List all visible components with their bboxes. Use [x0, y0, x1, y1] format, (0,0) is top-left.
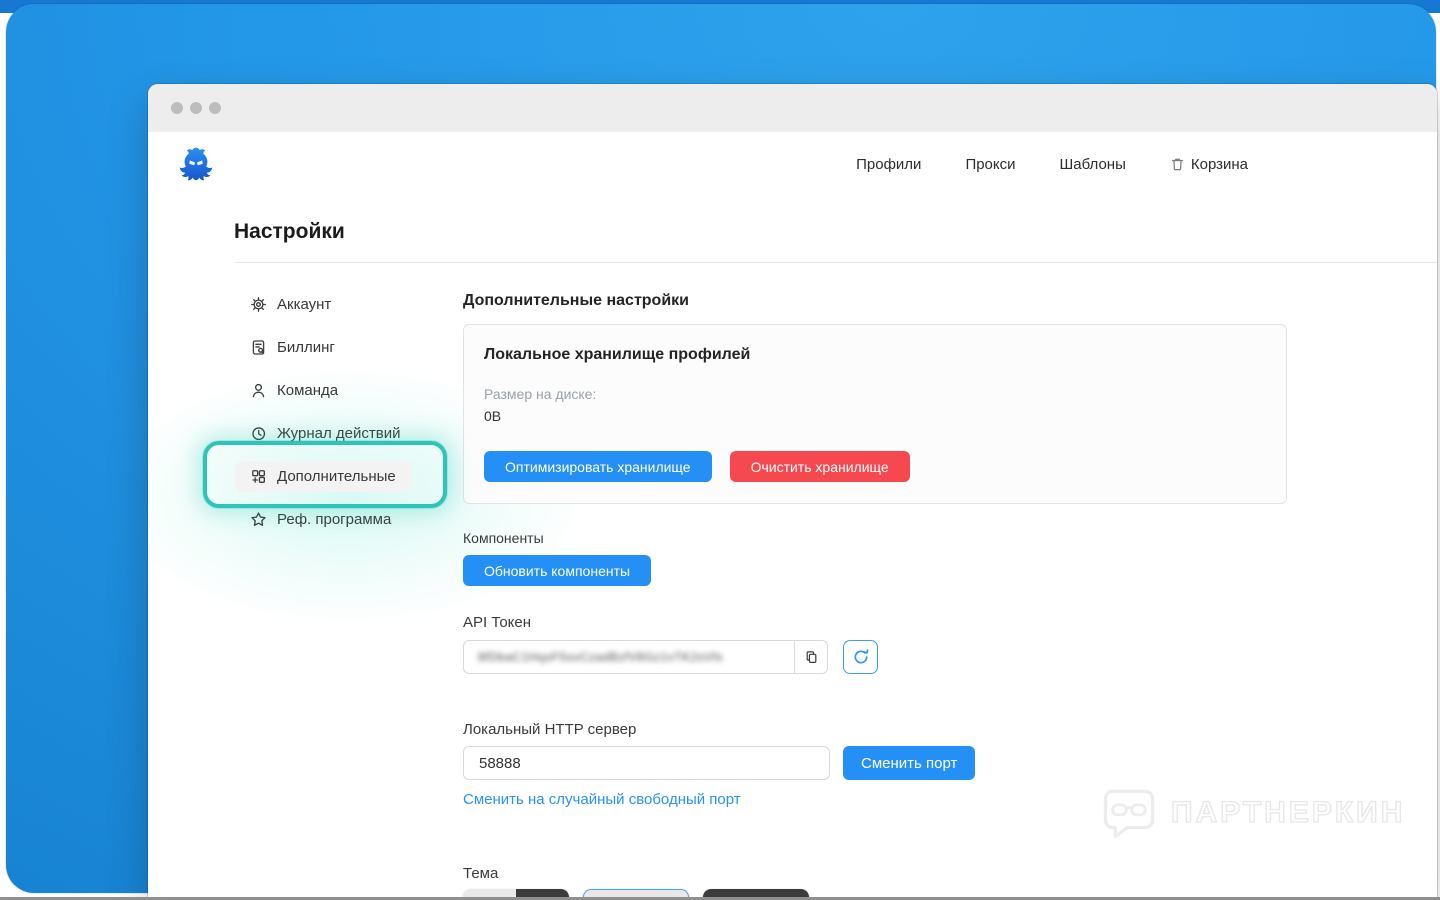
traffic-light-maximize[interactable]	[209, 102, 221, 114]
nav-templates-label: Шаблоны	[1059, 155, 1126, 173]
section-heading: Дополнительные настройки	[463, 292, 689, 309]
top-navigation: Профили Прокси Шаблоны Корзина	[856, 132, 1248, 196]
person-icon	[250, 382, 267, 399]
star-icon	[250, 511, 267, 528]
app-window: Профили Прокси Шаблоны Корзина Настройки	[148, 84, 1437, 897]
refresh-icon	[852, 648, 870, 666]
random-port-link[interactable]: Сменить на случайный свободный порт	[463, 791, 741, 808]
update-components-button[interactable]: Обновить компоненты	[463, 555, 652, 586]
optimize-storage-button[interactable]: Оптимизировать хранилище	[484, 451, 712, 482]
theme-option-light[interactable]	[583, 889, 689, 897]
traffic-light-minimize[interactable]	[190, 102, 202, 114]
api-token-label: API Токен	[463, 614, 532, 631]
active-item-pill: Дополнительные	[235, 461, 413, 492]
sidebar-item-label: Команда	[277, 382, 339, 399]
nav-proxies[interactable]: Прокси	[965, 156, 1015, 173]
widgets-icon	[250, 468, 267, 485]
sidebar-item-label: Аккаунт	[277, 296, 332, 313]
watermark: ПАРТНЕРКИН	[1100, 784, 1405, 842]
sidebar-item-advanced[interactable]: Дополнительные	[235, 455, 480, 498]
history-icon	[250, 425, 267, 442]
copy-icon[interactable]	[794, 641, 827, 673]
nav-trash[interactable]: Корзина	[1170, 156, 1248, 173]
api-token-value-blurred: 8fDbaC1HqxF5svCzadBzfV8Gz1vTK2sVfx	[478, 650, 724, 664]
app-header: Профили Прокси Шаблоны Корзина	[148, 132, 1437, 197]
nav-templates[interactable]: Шаблоны	[1060, 156, 1126, 173]
clear-storage-button[interactable]: Очистить хранилище	[729, 451, 910, 482]
theme-option-dark[interactable]	[703, 889, 809, 897]
sidebar-item-label: Дополнительные	[277, 468, 396, 485]
disk-size-value: 0B	[484, 408, 502, 424]
theme-option-auto[interactable]	[463, 889, 569, 897]
sidebar-item-label: Биллинг	[277, 339, 335, 356]
sidebar-item-referral[interactable]: Реф. программа	[250, 498, 480, 541]
nav-trash-label: Корзина	[1190, 155, 1248, 173]
storage-card-title: Локальное хранилище профилей	[484, 346, 751, 363]
change-port-button[interactable]: Сменить порт	[843, 746, 976, 780]
theme-options	[463, 889, 1287, 897]
regenerate-token-button[interactable]	[843, 640, 878, 674]
watermark-bubble-icon	[1100, 784, 1158, 842]
http-server-label: Локальный HTTP сервер	[463, 721, 637, 738]
local-storage-card: Локальное хранилище профилей Размер на д…	[463, 324, 1287, 504]
sidebar-item-account[interactable]: Аккаунт	[250, 283, 480, 326]
nav-proxies-label: Прокси	[965, 155, 1016, 173]
billing-icon	[250, 339, 267, 356]
settings-sidebar: Аккаунт Биллинг Команда Журнал действий …	[235, 283, 480, 541]
disk-size-label: Размер на диске:	[484, 386, 597, 402]
sidebar-item-label: Реф. программа	[277, 511, 392, 528]
traffic-light-close[interactable]	[171, 102, 183, 114]
nav-profiles[interactable]: Профили	[856, 156, 921, 173]
sidebar-item-activity-log[interactable]: Журнал действий	[250, 412, 480, 455]
api-token-field[interactable]: 8fDbaC1HqxF5svCzadBzfV8Gz1vTK2sVfx	[463, 640, 828, 674]
sidebar-item-label: Журнал действий	[277, 425, 401, 442]
nav-profiles-label: Профили	[856, 155, 922, 173]
trash-icon	[1170, 156, 1185, 172]
window-titlebar	[148, 84, 1437, 132]
octo-logo-icon[interactable]	[175, 141, 217, 192]
page-title: Настройки	[234, 220, 345, 243]
theme-label: Тема	[463, 865, 499, 882]
watermark-text: ПАРТНЕРКИН	[1170, 795, 1406, 829]
components-label: Компоненты	[463, 530, 544, 546]
gear-icon	[250, 296, 267, 313]
sidebar-item-billing[interactable]: Биллинг	[250, 326, 480, 369]
sidebar-item-team[interactable]: Команда	[250, 369, 480, 412]
title-divider	[234, 262, 1437, 263]
port-input[interactable]	[463, 746, 830, 780]
